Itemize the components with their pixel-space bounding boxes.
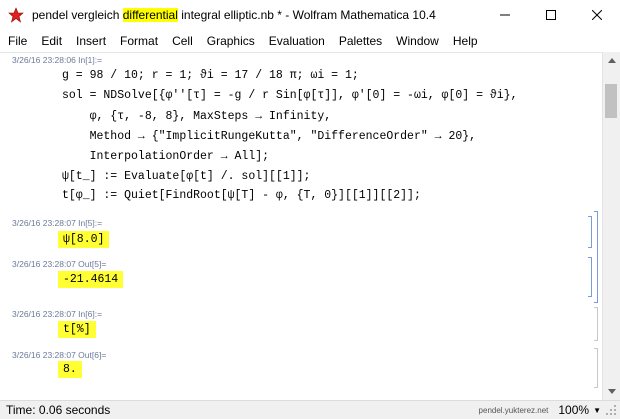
window-title: pendel vergleich differential integral e… <box>32 8 482 22</box>
code-line-3[interactable]: φ, {τ, -8, 8}, MaxSteps → Infinity, <box>62 110 332 123</box>
menu-edit[interactable]: Edit <box>34 30 69 52</box>
notebook-area[interactable]: 3/26/16 23:28:06 In[1]:= g = 98 / 10; r … <box>0 52 602 400</box>
minimize-icon <box>500 14 510 16</box>
evaluation-time: Time: 0.06 seconds <box>6 403 111 417</box>
code-line-5[interactable]: InterpolationOrder → All]; <box>62 150 269 163</box>
cell-bracket-in6[interactable] <box>594 307 598 341</box>
menu-format[interactable]: Format <box>113 30 165 52</box>
code-line-6[interactable]: ψ[t_] := Evaluate[φ[t] /. sol][[1]]; <box>62 170 310 183</box>
group-bracket-5[interactable] <box>594 211 598 303</box>
output-cell-out5[interactable]: -21.4614 <box>58 271 124 288</box>
mathematica-app-icon[interactable] <box>8 7 24 23</box>
menu-graphics[interactable]: Graphics <box>200 30 262 52</box>
maximize-button[interactable] <box>528 0 574 30</box>
menu-palettes[interactable]: Palettes <box>332 30 389 52</box>
status-host-text: pendel.yukterez.net <box>478 405 549 415</box>
scroll-up-icon <box>607 58 616 63</box>
minimize-button[interactable] <box>482 0 528 30</box>
menu-help[interactable]: Help <box>446 30 485 52</box>
title-prefix: pendel vergleich <box>32 8 123 22</box>
output-cell-out6[interactable]: 8. <box>58 361 82 378</box>
cell-bracket-in5[interactable] <box>588 216 592 248</box>
menu-file[interactable]: File <box>0 30 34 52</box>
cell-label-out6: 3/26/16 23:28:07 Out[6]= <box>12 350 107 360</box>
menu-evaluation[interactable]: Evaluation <box>262 30 332 52</box>
maximize-icon <box>546 10 556 20</box>
zoom-level[interactable]: 100% <box>558 403 589 417</box>
cell-label-in6: 3/26/16 23:28:07 In[6]:= <box>12 309 103 319</box>
code-line-1[interactable]: g = 98 / 10; r = 1; ϑi = 17 / 18 π; ωi =… <box>62 69 359 82</box>
title-highlight: differential <box>122 8 178 22</box>
cell-label-in1: 3/26/16 23:28:06 In[1]:= <box>12 55 103 65</box>
close-icon <box>592 10 602 20</box>
cell-label-out5: 3/26/16 23:28:07 Out[5]= <box>12 259 107 269</box>
menu-insert[interactable]: Insert <box>69 30 113 52</box>
scrollbar-thumb[interactable] <box>605 84 617 118</box>
resize-grip-icon[interactable] <box>605 404 617 416</box>
title-suffix: integral elliptic.nb * - Wolfram Mathema… <box>177 8 436 22</box>
code-line-7[interactable]: t[φ_] := Quiet[FindRoot[ψ[T] - φ, {T, 0}… <box>62 189 421 202</box>
close-button[interactable] <box>574 0 620 30</box>
code-line-2[interactable]: sol = NDSolve[{φ''[τ] = -g / r Sin[φ[τ]]… <box>62 89 517 102</box>
cell-bracket-out5[interactable] <box>588 257 592 297</box>
title-bar: pendel vergleich differential integral e… <box>0 0 620 30</box>
menu-cell[interactable]: Cell <box>165 30 200 52</box>
code-line-4[interactable]: Method → {"ImplicitRungeKutta", "Differe… <box>62 130 476 143</box>
menu-window[interactable]: Window <box>389 30 446 52</box>
scroll-down-button[interactable] <box>603 383 620 400</box>
status-bar: Time: 0.06 seconds pendel.yukterez.net 1… <box>0 400 620 419</box>
cell-label-in5: 3/26/16 23:28:07 In[5]:= <box>12 218 103 228</box>
scroll-down-icon <box>607 389 616 394</box>
cell-bracket-out6[interactable] <box>594 348 598 388</box>
zoom-dropdown-icon[interactable]: ▼ <box>593 406 601 415</box>
input-cell-in6[interactable]: t[%] <box>58 321 96 338</box>
input-cell-in5[interactable]: ψ[8.0] <box>58 231 110 248</box>
menu-bar: File Edit Insert Format Cell Graphics Ev… <box>0 30 620 52</box>
scroll-up-button[interactable] <box>603 52 620 69</box>
vertical-scrollbar[interactable] <box>602 52 620 400</box>
